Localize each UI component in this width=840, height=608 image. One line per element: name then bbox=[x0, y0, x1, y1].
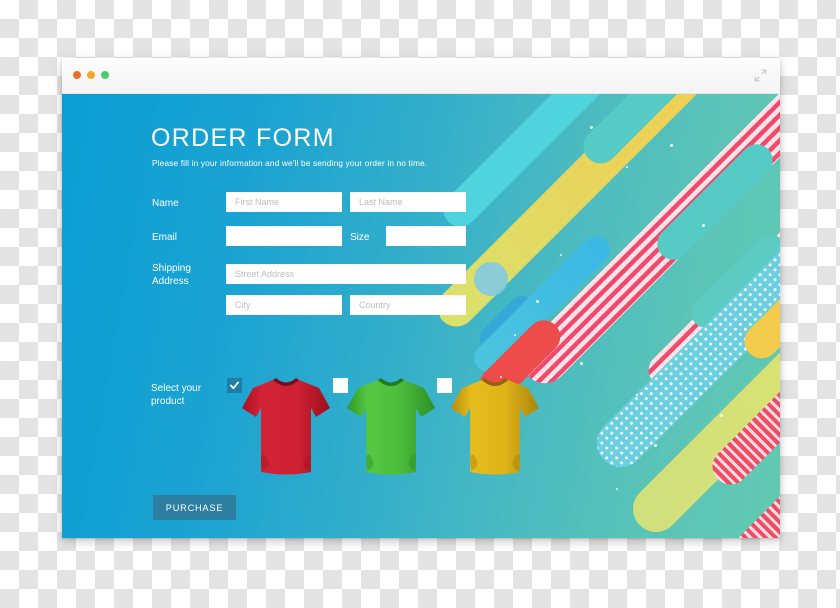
select-product-label: Select your product bbox=[151, 382, 201, 408]
deco-bar-pink-zigzag-2 bbox=[641, 207, 780, 395]
deco-speck bbox=[626, 166, 628, 168]
deco-speck bbox=[636, 394, 638, 396]
page-title: ORDER FORM bbox=[151, 124, 335, 152]
deco-speck bbox=[702, 224, 705, 227]
select-product-label-line1: Select your bbox=[151, 383, 202, 394]
deco-bar-lime-2 bbox=[623, 268, 780, 538]
deco-speck bbox=[580, 362, 583, 365]
deco-speck bbox=[560, 254, 562, 256]
email-input[interactable] bbox=[226, 226, 342, 246]
deco-bar-yellow-2 bbox=[737, 256, 780, 366]
street-address-input[interactable] bbox=[226, 264, 466, 284]
deco-bar-pink-striped-2 bbox=[713, 420, 780, 538]
minimize-button[interactable] bbox=[87, 71, 95, 79]
traffic-light-buttons bbox=[73, 71, 109, 79]
purchase-button[interactable]: PURCHASE bbox=[153, 495, 236, 520]
screenshot-canvas: ORDER FORM Please fill in your informati… bbox=[0, 0, 840, 608]
deco-speck bbox=[654, 444, 657, 447]
shipping-address-label: Shipping Address bbox=[152, 262, 191, 288]
close-button[interactable] bbox=[73, 71, 81, 79]
select-product-label-line2: product bbox=[151, 396, 185, 407]
tshirt-green[interactable] bbox=[345, 374, 437, 478]
shipping-address-label-line2: Address bbox=[152, 276, 189, 287]
deco-bar-teal-1 bbox=[576, 94, 700, 171]
deco-speck bbox=[720, 414, 723, 417]
deco-speck bbox=[536, 300, 539, 303]
deco-speck bbox=[590, 126, 593, 129]
maximize-button[interactable] bbox=[101, 71, 109, 79]
size-label: Size bbox=[350, 232, 370, 243]
name-label: Name bbox=[152, 198, 179, 209]
country-input[interactable] bbox=[350, 295, 466, 315]
check-icon bbox=[230, 381, 239, 390]
deco-speck bbox=[696, 340, 698, 342]
tshirt-yellow[interactable] bbox=[449, 374, 541, 478]
deco-bar-pink-striped-1 bbox=[705, 332, 780, 492]
deco-bar-teal-2 bbox=[650, 137, 780, 267]
deco-bar-teal-3 bbox=[684, 227, 780, 335]
browser-window: ORDER FORM Please fill in your informati… bbox=[62, 58, 780, 538]
tshirt-red[interactable] bbox=[240, 374, 332, 478]
shipping-address-label-line1: Shipping bbox=[152, 263, 191, 274]
email-label: Email bbox=[152, 232, 178, 243]
deco-bar-cyan-dotted bbox=[586, 230, 780, 478]
size-input[interactable] bbox=[386, 226, 466, 246]
window-titlebar bbox=[62, 58, 780, 94]
deco-bar-pink-zigzag-1 bbox=[512, 94, 780, 393]
page-subtitle: Please fill in your information and we'l… bbox=[152, 158, 428, 168]
first-name-input[interactable] bbox=[226, 192, 342, 212]
order-form-page: ORDER FORM Please fill in your informati… bbox=[62, 94, 780, 538]
order-form: ORDER FORM Please fill in your informati… bbox=[62, 94, 539, 538]
last-name-input[interactable] bbox=[350, 192, 466, 212]
deco-speck bbox=[616, 488, 618, 490]
city-input[interactable] bbox=[226, 295, 342, 315]
expand-arrows-icon[interactable] bbox=[754, 69, 767, 82]
deco-speck bbox=[670, 144, 673, 147]
